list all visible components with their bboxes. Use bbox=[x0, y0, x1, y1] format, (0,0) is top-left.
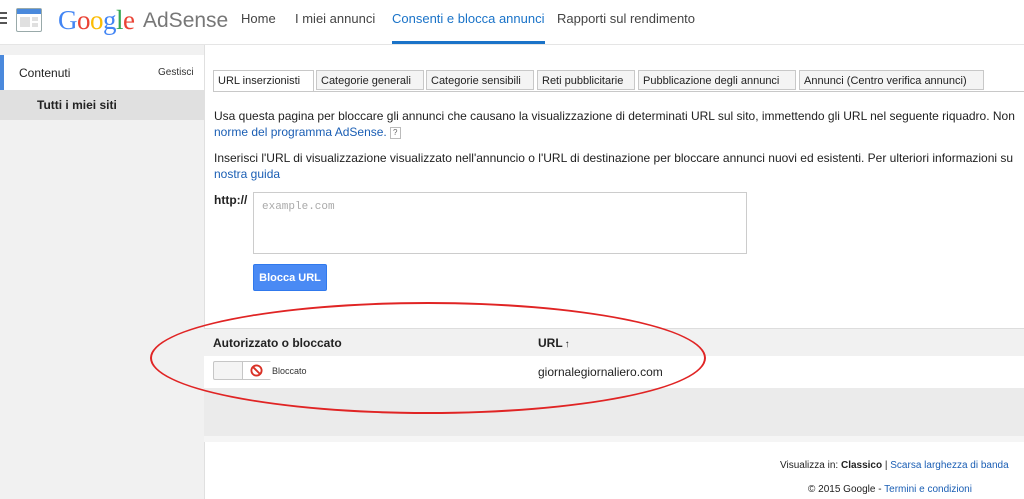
sidebar-section-label: Contenuti bbox=[19, 66, 71, 80]
sidebar-section-content[interactable]: Contenuti Gestisci bbox=[0, 55, 204, 91]
view-in-label: Visualizza in: bbox=[780, 460, 839, 471]
http-prefix-label: http:// bbox=[214, 193, 248, 207]
classic-view-label: Classico bbox=[840, 460, 883, 471]
nav-allow-block-ads[interactable]: Consenti e blocca annunci bbox=[392, 0, 545, 44]
low-bandwidth-link[interactable]: Scarsa larghezza di banda bbox=[890, 460, 1008, 471]
top-bar: Google AdSense Home I miei annunci Conse… bbox=[0, 0, 1024, 45]
table-header: Autorizzato o bloccato URL ↑ bbox=[204, 328, 1024, 357]
nav-my-ads[interactable]: I miei annunci bbox=[295, 0, 375, 44]
table-footer bbox=[204, 388, 1024, 437]
adsense-app-icon bbox=[16, 8, 42, 32]
instruction-text-link-line: nostra guida bbox=[214, 167, 280, 181]
status-label: Bloccato bbox=[272, 366, 307, 376]
column-header-url[interactable]: URL ↑ bbox=[538, 336, 570, 350]
sort-up-arrow-icon: ↑ bbox=[564, 339, 570, 350]
intro-text-link-line: norme del programma AdSense.? bbox=[214, 125, 401, 139]
copyright-text: © 2015 Google bbox=[808, 484, 876, 495]
block-url-button[interactable]: Blocca URL bbox=[253, 264, 327, 291]
table-row: Bloccato giornalegiornaliero.com bbox=[204, 356, 1024, 388]
blocked-icon bbox=[250, 364, 263, 377]
copyright-footer: © 2015 Google - Termini e condizioni bbox=[808, 484, 972, 495]
terms-link[interactable]: Termini e condizioni bbox=[884, 484, 972, 495]
google-logo[interactable]: Google bbox=[58, 5, 135, 36]
column-header-status[interactable]: Autorizzato o bloccato bbox=[213, 336, 342, 350]
sidebar-item-all-sites[interactable]: Tutti i miei siti bbox=[0, 90, 204, 120]
tab-general-categories[interactable]: Categorie generali bbox=[316, 70, 424, 90]
nav-performance-reports[interactable]: Rapporti sul rendimento bbox=[557, 0, 695, 44]
manage-link[interactable]: Gestisci bbox=[158, 67, 194, 78]
sidebar: Contenuti Gestisci Tutti i miei siti bbox=[0, 45, 205, 499]
policy-link[interactable]: norme del programma AdSense. bbox=[214, 125, 387, 139]
column-header-url-label: URL bbox=[538, 336, 563, 350]
allow-block-toggle[interactable] bbox=[213, 361, 271, 380]
nav-home[interactable]: Home bbox=[241, 0, 276, 44]
tab-divider bbox=[213, 91, 1024, 92]
table-footer-edge bbox=[204, 436, 1024, 442]
tab-ad-serving[interactable]: Pubblicazione degli annunci bbox=[638, 70, 796, 90]
blocked-url: giornalegiornaliero.com bbox=[538, 365, 663, 379]
tab-ad-review-center[interactable]: Annunci (Centro verifica annunci) bbox=[799, 70, 984, 90]
help-icon[interactable]: ? bbox=[389, 126, 401, 139]
intro-text-line: Usa questa pagina per bloccare gli annun… bbox=[214, 109, 1015, 123]
tab-sensitive-categories[interactable]: Categorie sensibili bbox=[426, 70, 534, 90]
tab-ad-networks[interactable]: Reti pubblicitarie bbox=[537, 70, 635, 90]
sidebar-item-label: Tutti i miei siti bbox=[37, 98, 117, 112]
menu-icon[interactable] bbox=[0, 12, 7, 26]
guide-link[interactable]: nostra guida bbox=[214, 167, 280, 181]
url-input[interactable] bbox=[253, 192, 747, 254]
logo-product-name: AdSense bbox=[143, 9, 229, 32]
view-mode-footer: Visualizza in: Classico | Scarsa larghez… bbox=[780, 460, 1009, 471]
instruction-text-line: Inserisci l'URL di visualizzazione visua… bbox=[214, 151, 1014, 165]
tab-advertiser-urls[interactable]: URL inserzionisti bbox=[213, 70, 314, 92]
